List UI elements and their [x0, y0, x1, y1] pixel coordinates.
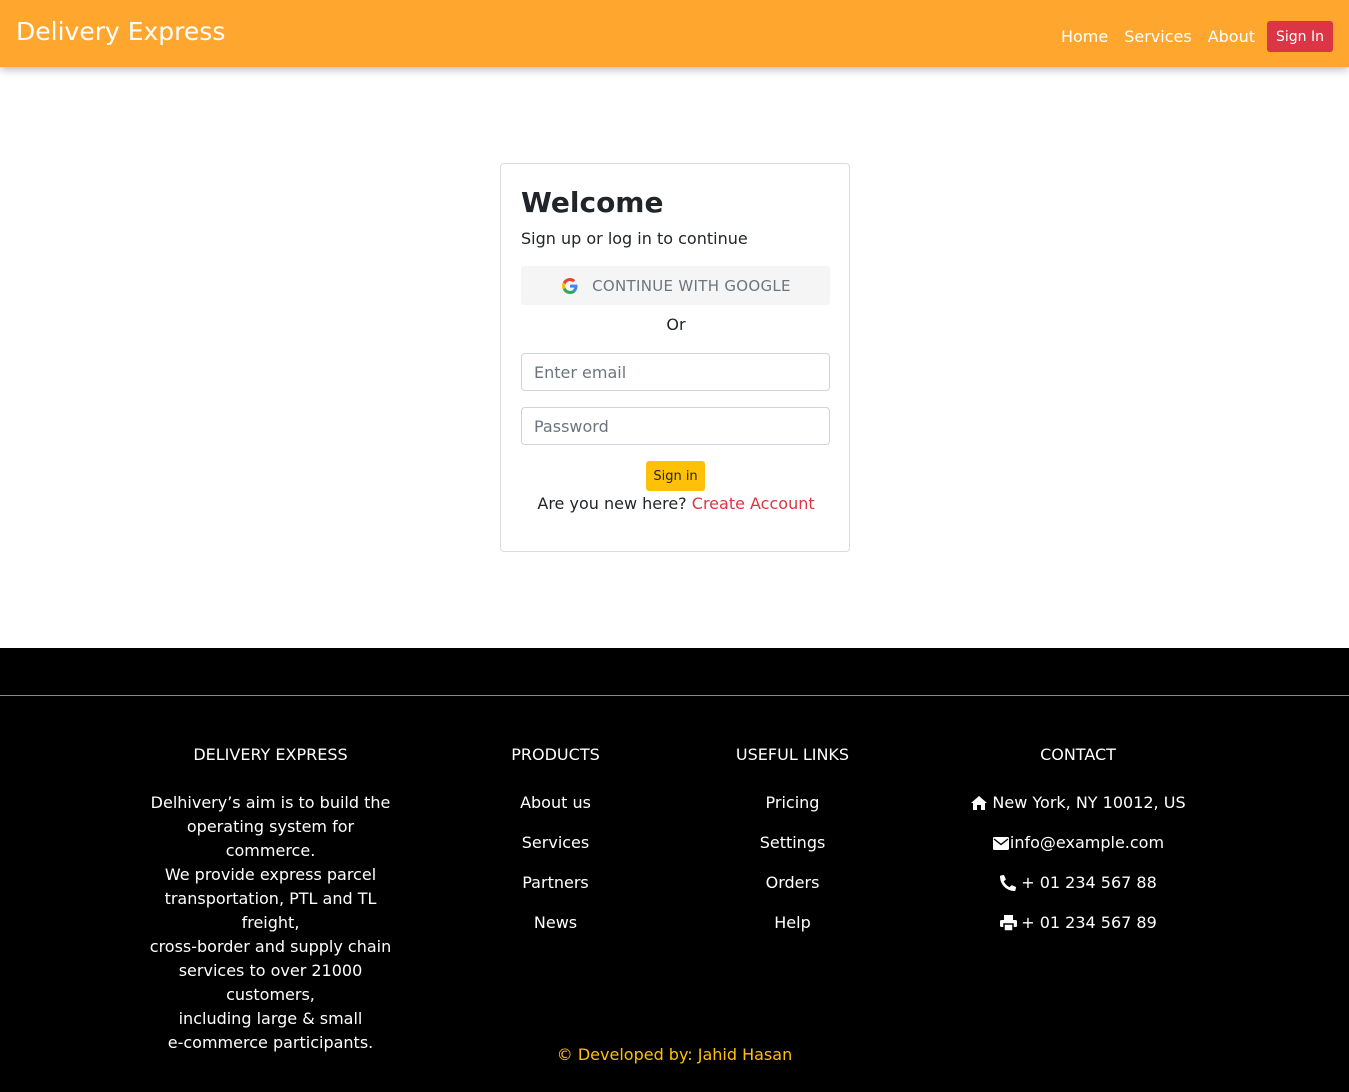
top-navbar: Delivery Express Home Services About Sig…	[0, 0, 1349, 67]
card-subtitle: Sign up or log in to continue	[521, 229, 748, 248]
card-title: Welcome	[521, 186, 664, 219]
email-input[interactable]	[521, 353, 830, 391]
about-line: Delhivery’s aim is to build the	[150, 793, 391, 812]
about-line: including large & small	[178, 1009, 363, 1028]
footer-contact-column: CONTACT New York, NY 10012, US info@exam…	[955, 745, 1201, 951]
login-card: Welcome Sign up or log in to continue CO…	[500, 163, 850, 552]
footer: DELIVERY EXPRESS Delhivery’s aim is to b…	[0, 648, 1349, 1092]
footer-products-title: PRODUCTS	[511, 745, 600, 764]
printer-icon	[999, 911, 1017, 935]
footer-link-about-us[interactable]: About us	[480, 791, 631, 831]
footer-link-partners[interactable]: Partners	[480, 871, 631, 911]
footer-link-pricing[interactable]: Pricing	[717, 791, 868, 831]
nav-link-about[interactable]: About	[1208, 24, 1255, 50]
google-button-label: CONTINUE WITH GOOGLE	[592, 276, 791, 295]
continue-with-google-button[interactable]: CONTINUE WITH GOOGLE	[521, 266, 830, 305]
or-divider: Or	[666, 315, 686, 334]
footer-useful-links-title: USEFUL LINKS	[735, 745, 850, 764]
about-line: operating system for commerce.	[186, 817, 355, 860]
password-input[interactable]	[521, 407, 830, 445]
footer-about-column: DELIVERY EXPRESS Delhivery’s aim is to b…	[140, 745, 401, 1055]
copyright-text: © Developed by: Jahid Hasan	[556, 1045, 793, 1064]
footer-link-settings[interactable]: Settings	[717, 831, 868, 871]
about-line: services to over 21000 customers,	[178, 961, 363, 1004]
useful-links-list: Pricing Settings Orders Help	[717, 791, 868, 951]
new-here-text: Are you new here?	[537, 494, 687, 513]
home-icon	[970, 791, 988, 815]
brand-title[interactable]: Delivery Express	[16, 17, 225, 46]
envelope-icon	[992, 831, 1010, 855]
contact-phone-text: + 01 234 567 88	[1021, 873, 1157, 892]
nav-signin-button[interactable]: Sign In	[1267, 21, 1333, 52]
contact-list: New York, NY 10012, US info@example.com …	[955, 791, 1201, 951]
google-icon	[560, 276, 580, 296]
about-line: cross-border and supply chain	[149, 937, 392, 956]
contact-phone: + 01 234 567 88	[955, 871, 1201, 911]
contact-email-text[interactable]: info@example.com	[1010, 831, 1164, 855]
products-list: About us Services Partners News	[480, 791, 631, 951]
footer-link-help[interactable]: Help	[717, 911, 868, 951]
footer-divider	[0, 695, 1349, 696]
signin-button[interactable]: Sign in	[646, 461, 705, 491]
contact-address-text: New York, NY 10012, US	[992, 793, 1186, 812]
footer-link-news[interactable]: News	[480, 911, 631, 951]
contact-address: New York, NY 10012, US	[955, 791, 1201, 831]
contact-email: info@example.com	[955, 831, 1201, 871]
about-line: transportation, PTL and TL freight,	[164, 889, 377, 932]
footer-products-column: PRODUCTS About us Services Partners News	[480, 745, 631, 951]
footer-contact-title: CONTACT	[1040, 745, 1116, 764]
create-account-link[interactable]: Create Account	[692, 494, 815, 513]
about-line: We provide express parcel	[164, 865, 377, 884]
new-here-prompt: Are you new here? Create Account	[501, 494, 851, 513]
contact-fax-text: + 01 234 567 89	[1021, 913, 1157, 932]
contact-fax: + 01 234 567 89	[955, 911, 1201, 951]
nav-links: Home Services About Sign In	[1045, 21, 1333, 52]
footer-useful-links-column: USEFUL LINKS Pricing Settings Orders Hel…	[717, 745, 868, 951]
footer-about-text: Delhivery’s aim is to build the operatin…	[140, 791, 401, 1055]
footer-link-orders[interactable]: Orders	[717, 871, 868, 911]
nav-link-services[interactable]: Services	[1124, 24, 1191, 50]
footer-about-title: DELIVERY EXPRESS	[193, 745, 348, 764]
footer-link-services[interactable]: Services	[480, 831, 631, 871]
phone-icon	[999, 871, 1017, 895]
nav-link-home[interactable]: Home	[1061, 24, 1108, 50]
